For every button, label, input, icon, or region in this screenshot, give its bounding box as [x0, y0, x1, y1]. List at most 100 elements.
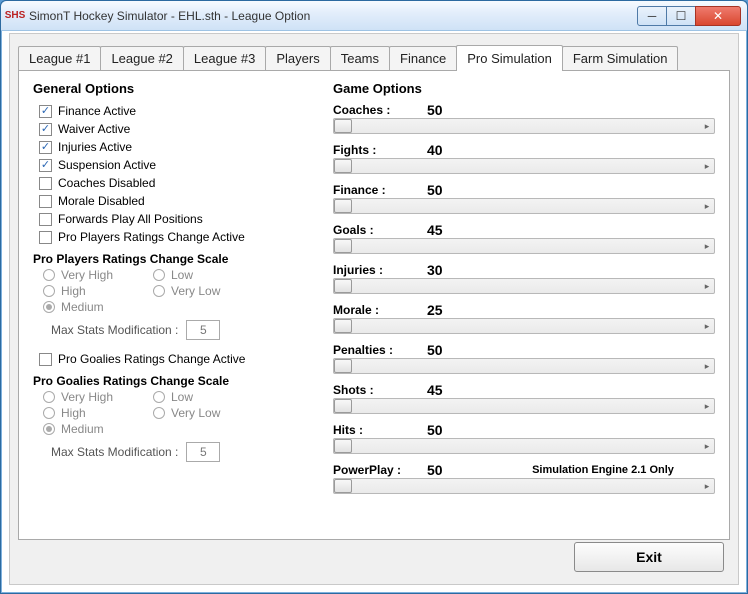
- radio-icon: [43, 269, 55, 281]
- radio-medium[interactable]: Medium: [43, 422, 153, 436]
- game-option-morale: Morale :25◂▸: [333, 302, 715, 340]
- radio-very-high[interactable]: Very High: [43, 268, 153, 282]
- game-option-label: Morale :: [333, 303, 423, 317]
- players-max-mod-input[interactable]: [186, 320, 220, 340]
- window-title: SimonT Hockey Simulator - EHL.sth - Leag…: [29, 9, 638, 23]
- slider-right-arrow-icon[interactable]: ▸: [700, 319, 714, 333]
- radio-label: High: [61, 284, 86, 298]
- window-buttons: ─ ☐ ✕: [638, 6, 741, 26]
- radio-label: Very Low: [171, 284, 220, 298]
- slider-right-arrow-icon[interactable]: ▸: [700, 479, 714, 493]
- game-option-penalties: Penalties :50◂▸: [333, 342, 715, 380]
- slider[interactable]: ◂▸: [333, 238, 715, 254]
- slider[interactable]: ◂▸: [333, 358, 715, 374]
- tab-finance[interactable]: Finance: [389, 46, 457, 70]
- slider-thumb[interactable]: [334, 319, 352, 333]
- slider-right-arrow-icon[interactable]: ▸: [700, 279, 714, 293]
- tab-players[interactable]: Players: [265, 46, 330, 70]
- radio-icon: [43, 285, 55, 297]
- slider-thumb[interactable]: [334, 239, 352, 253]
- slider[interactable]: ◂▸: [333, 158, 715, 174]
- minimize-button[interactable]: ─: [637, 6, 667, 26]
- checkbox-suspension-active[interactable]: Suspension Active: [39, 156, 313, 174]
- slider[interactable]: ◂▸: [333, 478, 715, 494]
- tab-pro-simulation[interactable]: Pro Simulation: [456, 45, 563, 71]
- tab-farm-simulation[interactable]: Farm Simulation: [562, 46, 679, 70]
- slider-right-arrow-icon[interactable]: ▸: [700, 439, 714, 453]
- slider[interactable]: ◂▸: [333, 118, 715, 134]
- radio-low[interactable]: Low: [153, 390, 263, 404]
- slider-right-arrow-icon[interactable]: ▸: [700, 399, 714, 413]
- slider-thumb[interactable]: [334, 159, 352, 173]
- slider-thumb[interactable]: [334, 119, 352, 133]
- game-option-value: 50: [427, 462, 487, 478]
- slider-thumb[interactable]: [334, 359, 352, 373]
- slider[interactable]: ◂▸: [333, 318, 715, 334]
- game-option-label: Coaches :: [333, 103, 423, 117]
- slider[interactable]: ◂▸: [333, 438, 715, 454]
- players-max-mod-label: Max Stats Modification :: [51, 323, 178, 337]
- radio-high[interactable]: High: [43, 406, 153, 420]
- tab-league-3[interactable]: League #3: [183, 46, 266, 70]
- radio-icon: [43, 391, 55, 403]
- goalies-max-mod-input[interactable]: [186, 442, 220, 462]
- game-option-hits: Hits :50◂▸: [333, 422, 715, 460]
- slider-thumb[interactable]: [334, 279, 352, 293]
- maximize-button[interactable]: ☐: [666, 6, 696, 26]
- radio-label: Very High: [61, 268, 113, 282]
- checkbox-label: Coaches Disabled: [58, 176, 155, 190]
- radio-very-high[interactable]: Very High: [43, 390, 153, 404]
- checkbox-forwards-play-all-positions[interactable]: Forwards Play All Positions: [39, 210, 313, 228]
- goalies-scale-radios: Very HighLowHighVery LowMedium: [43, 390, 313, 436]
- game-option-value: 50: [427, 342, 487, 358]
- game-options-panel: Game Options Coaches :50◂▸Fights :40◂▸Fi…: [333, 81, 715, 502]
- slider-thumb[interactable]: [334, 199, 352, 213]
- slider[interactable]: ◂▸: [333, 398, 715, 414]
- general-options-heading: General Options: [33, 81, 313, 96]
- radio-high[interactable]: High: [43, 284, 153, 298]
- slider-right-arrow-icon[interactable]: ▸: [700, 359, 714, 373]
- slider-thumb[interactable]: [334, 399, 352, 413]
- goalies-max-mod: Max Stats Modification :: [51, 442, 313, 462]
- radio-icon: [153, 407, 165, 419]
- close-button[interactable]: ✕: [695, 6, 741, 26]
- checkbox-label: Finance Active: [58, 104, 136, 118]
- checkbox-label: Morale Disabled: [58, 194, 145, 208]
- general-options-panel: General Options Finance Active Waiver Act…: [33, 81, 313, 502]
- game-option-note: Simulation Engine 2.1 Only: [491, 464, 715, 476]
- game-option-label: Finance :: [333, 183, 423, 197]
- slider-thumb[interactable]: [334, 479, 352, 493]
- checkbox-finance-active[interactable]: Finance Active: [39, 102, 313, 120]
- game-option-goals: Goals :45◂▸: [333, 222, 715, 260]
- game-option-fights: Fights :40◂▸: [333, 142, 715, 180]
- slider[interactable]: ◂▸: [333, 198, 715, 214]
- checkbox-injuries-active[interactable]: Injuries Active: [39, 138, 313, 156]
- radio-very-low[interactable]: Very Low: [153, 284, 263, 298]
- slider-right-arrow-icon[interactable]: ▸: [700, 159, 714, 173]
- slider-right-arrow-icon[interactable]: ▸: [700, 199, 714, 213]
- exit-button[interactable]: Exit: [574, 542, 724, 572]
- checkbox-morale-disabled[interactable]: Morale Disabled: [39, 192, 313, 210]
- slider[interactable]: ◂▸: [333, 278, 715, 294]
- checkbox-coaches-disabled[interactable]: Coaches Disabled: [39, 174, 313, 192]
- game-option-label: Injuries :: [333, 263, 423, 277]
- checkbox-pro-players-ratings-change-active[interactable]: Pro Players Ratings Change Active: [39, 228, 313, 246]
- radio-label: Medium: [61, 300, 104, 314]
- radio-low[interactable]: Low: [153, 268, 263, 282]
- radio-medium[interactable]: Medium: [43, 300, 153, 314]
- game-option-label: Fights :: [333, 143, 423, 157]
- tab-league-2[interactable]: League #2: [100, 46, 183, 70]
- tab-teams[interactable]: Teams: [330, 46, 390, 70]
- tab-league-1[interactable]: League #1: [18, 46, 101, 70]
- game-option-value: 50: [427, 102, 487, 118]
- slider-right-arrow-icon[interactable]: ▸: [700, 239, 714, 253]
- tab-pro-simulation-content: General Options Finance Active Waiver Act…: [18, 70, 730, 540]
- checkbox-waiver-active[interactable]: Waiver Active: [39, 120, 313, 138]
- checkbox-icon: [39, 123, 52, 136]
- slider-thumb[interactable]: [334, 439, 352, 453]
- goalies-change-active-row[interactable]: Pro Goalies Ratings Change Active: [39, 350, 313, 368]
- checkbox-icon: [39, 231, 52, 244]
- slider-right-arrow-icon[interactable]: ▸: [700, 119, 714, 133]
- radio-very-low[interactable]: Very Low: [153, 406, 263, 420]
- game-option-value: 45: [427, 382, 487, 398]
